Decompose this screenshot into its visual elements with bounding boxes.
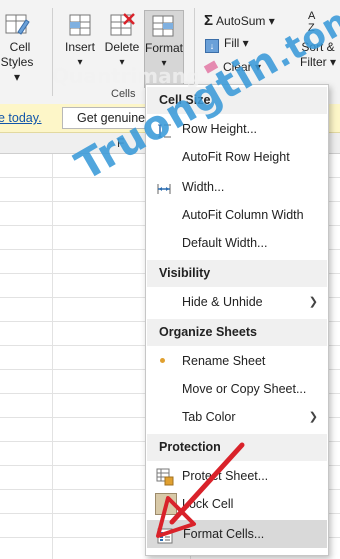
width-label: Width... bbox=[182, 180, 225, 194]
menu-item-tab-color[interactable]: Tab Color ❯ bbox=[146, 403, 326, 431]
cell-styles-label-2: Styles ▾ bbox=[0, 55, 34, 84]
default-width-label: Default Width... bbox=[182, 236, 268, 250]
menu-item-autofit-row-height[interactable]: AutoFit Row Height bbox=[146, 143, 326, 171]
cell-styles-icon bbox=[4, 12, 30, 38]
cell-styles-label-1: Cell bbox=[9, 40, 31, 54]
autosum-label: AutoSum ▾ bbox=[216, 14, 275, 28]
move-copy-sheet-label: Move or Copy Sheet... bbox=[182, 382, 307, 396]
cell-styles-button[interactable]: Cell Styles ▾ bbox=[0, 12, 34, 85]
watermark-logo: Quantrimang bbox=[52, 64, 200, 88]
submenu-arrow-icon: ❯ bbox=[308, 296, 318, 308]
menu-item-rename-sheet[interactable]: Rename Sheet bbox=[146, 347, 326, 375]
watermark-logo-text: Quantrimang bbox=[52, 64, 201, 88]
insert-cells-icon bbox=[67, 12, 93, 38]
autosum-button[interactable]: Σ AutoSum ▾ bbox=[204, 12, 275, 29]
tab-color-label: Tab Color bbox=[182, 410, 236, 424]
section-header-organize-sheets: Organize Sheets bbox=[147, 319, 327, 346]
insert-button[interactable]: Insert ▾ bbox=[60, 12, 100, 70]
menu-item-width[interactable]: Width... bbox=[146, 173, 326, 201]
delete-label: Delete bbox=[104, 40, 140, 54]
format-label: Format bbox=[145, 41, 184, 55]
menu-item-autofit-column-width[interactable]: AutoFit Column Width bbox=[146, 201, 326, 229]
cells-group-label: Cells bbox=[111, 88, 136, 100]
delete-cells-icon bbox=[109, 12, 135, 38]
submenu-arrow-icon: ❯ bbox=[308, 411, 318, 423]
menu-item-default-width[interactable]: Default Width... bbox=[146, 229, 326, 257]
menu-item-hide-unhide[interactable]: Hide & Unhide ❯ bbox=[146, 288, 326, 316]
autofit-row-height-label: AutoFit Row Height bbox=[182, 150, 290, 164]
column-width-icon bbox=[156, 179, 172, 195]
delete-button[interactable]: Delete ▾ bbox=[102, 12, 142, 70]
menu-item-move-copy-sheet[interactable]: Move or Copy Sheet... bbox=[146, 375, 326, 403]
message-link[interactable]: e today. bbox=[0, 111, 42, 125]
hide-unhide-label: Hide & Unhide bbox=[182, 295, 263, 309]
bullet-icon bbox=[160, 358, 165, 363]
section-header-visibility: Visibility bbox=[147, 260, 327, 287]
fill-down-icon: ↓ bbox=[205, 39, 219, 53]
format-cells-icon bbox=[151, 13, 177, 39]
grid-line bbox=[52, 154, 53, 559]
autofit-column-width-label: AutoFit Column Width bbox=[182, 208, 304, 222]
insert-label: Insert bbox=[64, 40, 95, 54]
red-annotation-arrow-icon bbox=[156, 442, 245, 538]
sigma-icon: Σ bbox=[204, 12, 214, 29]
rename-sheet-label: Rename Sheet bbox=[182, 354, 266, 368]
